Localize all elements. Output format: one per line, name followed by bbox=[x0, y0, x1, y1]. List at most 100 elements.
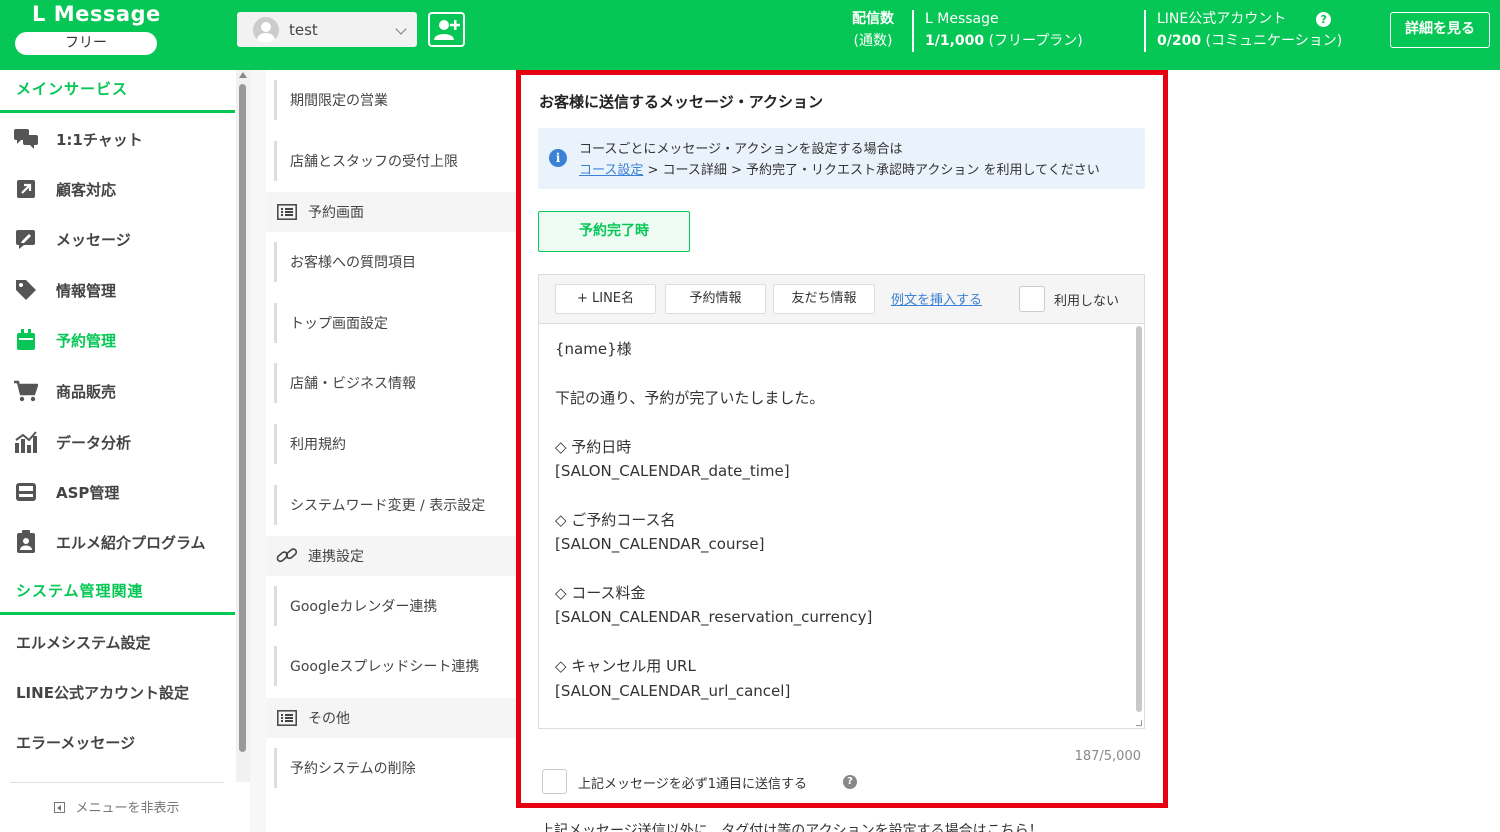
force-first-checkbox[interactable] bbox=[542, 769, 567, 794]
lmessage-count: 1/1,000 bbox=[925, 33, 985, 49]
help-icon[interactable]: ? bbox=[843, 775, 857, 789]
resize-handle-icon[interactable] bbox=[1136, 720, 1142, 726]
sidebar-item-sales[interactable]: 商品販売 bbox=[0, 371, 236, 411]
panel-title: お客様に送信するメッセージ・アクション bbox=[539, 93, 823, 111]
submenu-item[interactable]: Googleカレンダー連携 bbox=[274, 586, 514, 626]
sidebar-item-label: 1:1チャット bbox=[56, 130, 143, 149]
not-use-checkbox[interactable] bbox=[1019, 286, 1045, 312]
account-select[interactable]: test bbox=[237, 12, 417, 47]
info-text-rest: > コース詳細 > 予約完了・リクエスト承認時アクション を利用してください bbox=[643, 163, 1100, 178]
sidebar-item-chat[interactable]: 1:1チャット bbox=[0, 119, 236, 159]
character-counter: 187/5,000 bbox=[1074, 749, 1141, 764]
lmessage-plan: (フリープラン) bbox=[988, 33, 1083, 49]
line-account-title: LINE公式アカウント bbox=[1157, 11, 1287, 27]
sidebar-item-label: 情報管理 bbox=[56, 281, 117, 300]
account-name: test bbox=[289, 20, 318, 39]
link-icon bbox=[276, 547, 298, 565]
delivery-label-unit: (通数) bbox=[853, 33, 893, 49]
sidebar-item-referral[interactable]: エルメ紹介プログラム bbox=[0, 522, 236, 562]
divider bbox=[912, 10, 914, 52]
top-header: L Message フリー test 配信数 (通数) L Message 1/… bbox=[0, 0, 1500, 70]
sidebar: メインサービス 1:1チャット 顧客対応 メッセージ 情報管理 予約管理 商品販… bbox=[0, 70, 236, 832]
submenu-category-label: 連携設定 bbox=[308, 549, 364, 565]
tab-reservation-complete[interactable]: 予約完了時 bbox=[538, 211, 690, 252]
avatar bbox=[253, 16, 279, 43]
sidebar-item-label: データ分析 bbox=[56, 433, 132, 452]
sidebar-scrollbar-thumb[interactable] bbox=[239, 84, 246, 752]
sidebar-item-message[interactable]: メッセージ bbox=[0, 219, 236, 259]
submenu-item[interactable]: 店舗とスタッフの受付上限 bbox=[274, 141, 514, 181]
reservation-info-button[interactable]: 予約情報 bbox=[665, 284, 766, 314]
course-settings-link[interactable]: コース設定 bbox=[579, 163, 643, 178]
submenu-category: 連携設定 bbox=[266, 536, 516, 576]
info-icon: i bbox=[549, 149, 567, 167]
submenu-item[interactable]: システムワード変更 / 表示設定 bbox=[274, 485, 514, 525]
hide-menu-button[interactable]: メニューを非表示 bbox=[10, 782, 224, 816]
chat-icon bbox=[14, 128, 38, 150]
force-first-label: 上記メッセージを必ず1通目に送信する bbox=[578, 777, 808, 792]
submenu-item[interactable]: Googleスプレッドシート連携 bbox=[274, 646, 514, 686]
clipboard-icon bbox=[14, 530, 38, 553]
message-editor: + LINE名 予約情報 友だち情報 例文を挿入する 利用しない {name}様… bbox=[538, 274, 1145, 729]
submenu-category-label: その他 bbox=[308, 711, 350, 727]
register-icon bbox=[14, 481, 38, 503]
scroll-up-arrow-icon[interactable] bbox=[239, 72, 247, 78]
sidebar-item-label: メッセージ bbox=[56, 230, 131, 249]
info-text-line2: コース設定 > コース詳細 > 予約完了・リクエスト承認時アクション を利用して… bbox=[579, 159, 1100, 178]
textarea-scrollbar[interactable] bbox=[1136, 326, 1142, 712]
chevron-down-icon bbox=[395, 23, 407, 35]
submenu-category-label: 予約画面 bbox=[308, 205, 364, 221]
divider bbox=[1144, 10, 1146, 52]
line-account-usage: LINE公式アカウント? 0/200 (コミュニケーション) bbox=[1157, 8, 1342, 52]
sidebar-item-label: 商品販売 bbox=[56, 382, 117, 401]
system-title: システム管理関連 bbox=[16, 582, 144, 600]
calendar-icon bbox=[14, 329, 38, 351]
sidebar-item-label: ASP管理 bbox=[56, 483, 120, 502]
plan-badge: フリー bbox=[15, 32, 157, 55]
editor-toolbar: + LINE名 予約情報 友だち情報 例文を挿入する 利用しない bbox=[539, 275, 1144, 324]
sidebar-item-label: エルメ紹介プログラム bbox=[56, 533, 206, 552]
cart-icon bbox=[14, 380, 38, 402]
sidebar-item-error-messages[interactable]: エラーメッセージ bbox=[16, 732, 135, 753]
submenu-category: 予約画面 bbox=[266, 192, 516, 232]
submenu-item[interactable]: 利用規約 bbox=[274, 424, 514, 464]
view-details-button[interactable]: 詳細を見る bbox=[1390, 12, 1490, 48]
submenu-category: その他 bbox=[266, 698, 516, 738]
help-icon[interactable]: ? bbox=[1316, 11, 1332, 27]
lmessage-usage: L Message 1/1,000 (フリープラン) bbox=[925, 8, 1083, 52]
add-account-button[interactable] bbox=[428, 12, 465, 47]
message-textarea[interactable]: {name}様 下記の通り、予約が完了いたしました。 ◇ 予約日時 [SALON… bbox=[539, 324, 1144, 728]
submenu-item[interactable]: トップ画面設定 bbox=[274, 303, 514, 343]
submenu-item[interactable]: 予約システムの削除 bbox=[274, 748, 514, 788]
submenu-item[interactable]: 店舗・ビジネス情報 bbox=[274, 363, 514, 403]
delivery-label-title: 配信数 bbox=[852, 11, 894, 27]
sidebar-item-analytics[interactable]: データ分析 bbox=[0, 422, 236, 462]
submenu-item[interactable]: 期間限定の営業 bbox=[274, 80, 514, 120]
message-edit-icon bbox=[14, 228, 38, 250]
insert-line-name-button[interactable]: + LINE名 bbox=[555, 284, 656, 314]
sidebar-item-line-settings[interactable]: LINE公式アカウント設定 bbox=[16, 682, 189, 703]
tag-icon bbox=[14, 279, 38, 301]
list-icon bbox=[276, 709, 298, 727]
section-underline bbox=[0, 612, 235, 615]
submenu-item[interactable]: お客様への質問項目 bbox=[274, 242, 514, 282]
delivery-label: 配信数 (通数) bbox=[845, 8, 901, 52]
sidebar-item-label: 顧客対応 bbox=[56, 180, 117, 199]
info-text: コースごとにメッセージ・アクションを設定する場合は bbox=[579, 142, 903, 157]
bottom-note: 上記メッセージ送信以外に、タグ付け等のアクションを設定する場合はこちら！ bbox=[540, 823, 1043, 832]
list-icon bbox=[276, 203, 298, 221]
reservation-settings-menu: 期間限定の営業 店舗とスタッフの受付上限 予約画面 お客様への質問項目 トップ画… bbox=[266, 70, 516, 832]
bar-chart-icon bbox=[14, 431, 38, 453]
sidebar-item-asp[interactable]: ASP管理 bbox=[0, 472, 236, 512]
sidebar-item-info[interactable]: 情報管理 bbox=[0, 270, 236, 310]
friend-info-button[interactable]: 友だち情報 bbox=[773, 284, 875, 314]
add-user-icon bbox=[434, 20, 460, 40]
section-underline bbox=[0, 110, 235, 113]
hide-menu-label: メニューを非表示 bbox=[75, 801, 180, 816]
app-logo[interactable]: L Message bbox=[32, 2, 161, 26]
sidebar-item-reservation[interactable]: 予約管理 bbox=[0, 320, 236, 360]
insert-example-link[interactable]: 例文を挿入する bbox=[891, 289, 982, 308]
line-account-count: 0/200 bbox=[1157, 33, 1202, 49]
sidebar-item-customer[interactable]: 顧客対応 bbox=[0, 169, 236, 209]
sidebar-item-system-settings[interactable]: エルメシステム設定 bbox=[16, 632, 151, 653]
